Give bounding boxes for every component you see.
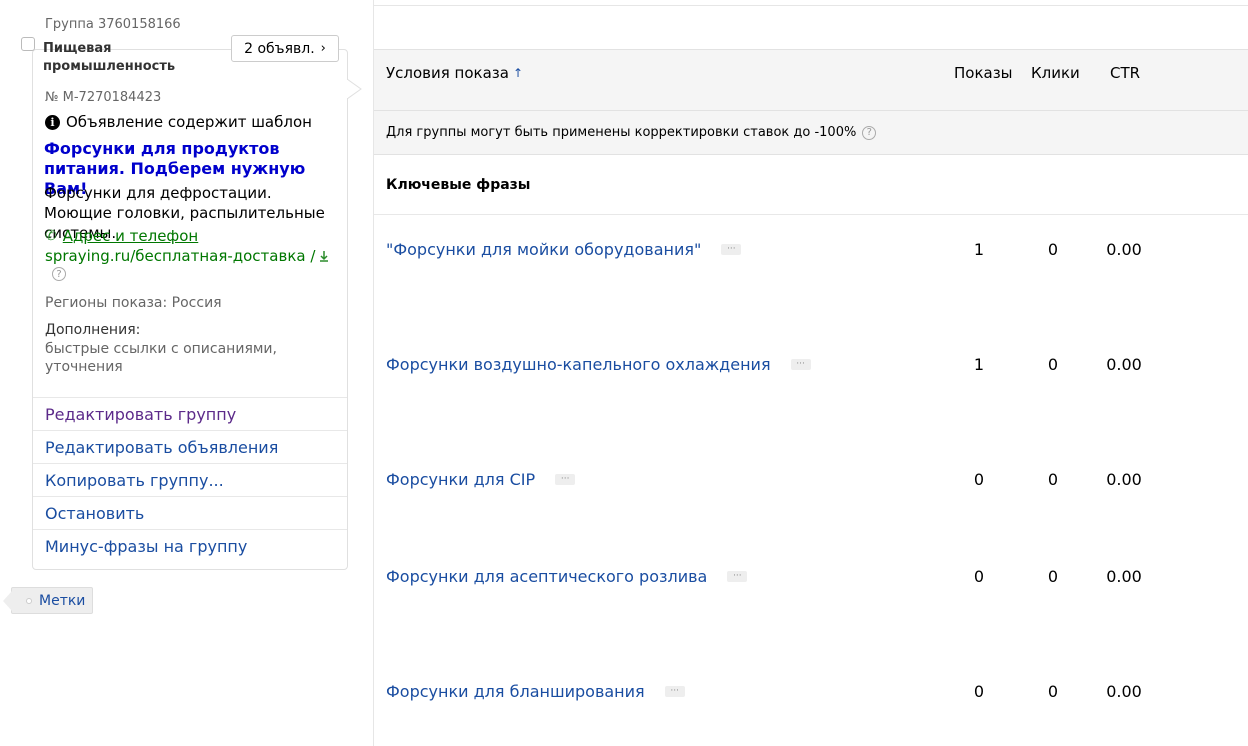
- more-options-icon[interactable]: ···: [790, 358, 811, 370]
- copy-group-link[interactable]: Копировать группу...: [33, 463, 347, 496]
- table-row: Форсунки для бланширования ··· 0 0 0.00: [374, 679, 1248, 709]
- extras-label: Дополнения:: [45, 322, 141, 338]
- clicks-value: 0: [1047, 239, 1059, 259]
- negative-phrases-link[interactable]: Минус-фразы на группу: [33, 529, 347, 562]
- keyword-phrase-text: Форсунки воздушно-капельного охлаждения: [386, 354, 771, 374]
- column-header-ctr[interactable]: CTR: [1110, 64, 1140, 82]
- keyword-phrase[interactable]: Форсунки для CIP ···: [386, 467, 576, 491]
- ctr-value: 0.00: [1106, 354, 1142, 374]
- ctr-value: 0.00: [1106, 239, 1142, 259]
- table-row: "Форсунки для мойки оборудования" ··· 1 …: [374, 237, 1248, 267]
- more-options-icon[interactable]: ···: [664, 685, 685, 697]
- column-header-shows[interactable]: Показы: [954, 64, 1013, 82]
- ctr-value: 0.00: [1106, 566, 1142, 586]
- group-select-checkbox[interactable]: [21, 37, 35, 51]
- keywords-section-title: Ключевые фразы: [374, 155, 1248, 215]
- shows-value: 1: [973, 354, 985, 374]
- tags-button[interactable]: Метки: [3, 587, 93, 614]
- template-notice-text: Объявление содержит шаблон: [66, 113, 312, 131]
- column-header-conditions-label: Условия показа: [386, 64, 509, 82]
- display-url: spraying.ru/бесплатная-доставка /: [45, 247, 329, 265]
- more-options-icon[interactable]: ···: [555, 473, 576, 485]
- bid-adjustment-text: Для группы могут быть применены корректи…: [386, 125, 857, 140]
- shows-value: 0: [973, 681, 985, 701]
- clicks-value: 0: [1047, 469, 1059, 489]
- tag-icon: [26, 598, 32, 604]
- ads-count-label: 2 объявл.: [244, 40, 315, 57]
- stop-link[interactable]: Остановить: [33, 496, 347, 529]
- clicks-value: 0: [1047, 681, 1059, 701]
- column-header-conditions[interactable]: Условия показа ↑: [386, 64, 523, 82]
- edit-ads-link[interactable]: Редактировать объявления: [33, 430, 347, 463]
- more-options-icon[interactable]: ···: [721, 243, 742, 255]
- keyword-phrase[interactable]: Форсунки воздушно-капельного охлаждения …: [386, 352, 811, 376]
- table-row: Форсунки для асептического розлива ··· 0…: [374, 564, 1248, 594]
- ad-number: № M-7270184423: [45, 90, 162, 105]
- table-row: Форсунки воздушно-капельного охлаждения …: [374, 352, 1248, 382]
- keyword-phrase[interactable]: "Форсунки для мойки оборудования" ···: [386, 237, 742, 261]
- table-header: Условия показа ↑ Показы Клики CTR: [374, 49, 1248, 111]
- edit-group-link[interactable]: Редактировать группу: [33, 397, 347, 430]
- column-header-clicks[interactable]: Клики: [1031, 64, 1080, 82]
- keyword-phrase-text: Форсунки для асептического розлива: [386, 566, 708, 586]
- ads-count-button[interactable]: 2 объявл. ›: [231, 35, 339, 62]
- regions-label: Регионы показа: Россия: [45, 295, 222, 311]
- ctr-value: 0.00: [1106, 469, 1142, 489]
- help-icon[interactable]: ?: [862, 125, 877, 140]
- chevron-right-icon: ›: [320, 41, 326, 56]
- ctr-value: 0.00: [1106, 681, 1142, 701]
- clicks-value: 0: [1047, 354, 1059, 374]
- group-id-label: Группа 3760158166: [45, 17, 181, 32]
- sort-arrow-up-icon: ↑: [512, 66, 523, 80]
- group-name: Пищевая промышленность: [43, 41, 176, 74]
- keyword-phrase[interactable]: Форсунки для асептического розлива ···: [386, 564, 748, 588]
- table-row: Форсунки для CIP ··· 0 0 0.00: [374, 467, 1248, 497]
- contact-link[interactable]: Адрес и телефон: [63, 227, 199, 245]
- help-icon[interactable]: ?: [52, 267, 66, 281]
- clicks-value: 0: [1047, 566, 1059, 586]
- group-actions: Редактировать группу Редактировать объяв…: [33, 397, 347, 562]
- extras-text: быстрые ссылки с описаниями, уточнения: [45, 341, 277, 375]
- card-pointer: [347, 79, 362, 99]
- keyword-phrase[interactable]: Форсунки для бланширования ···: [386, 679, 685, 703]
- keyword-phrase-text: Форсунки для CIP: [386, 469, 536, 489]
- top-divider: [374, 5, 1248, 6]
- shows-value: 1: [973, 239, 985, 259]
- more-options-icon[interactable]: ···: [727, 570, 748, 582]
- shows-value: 0: [973, 469, 985, 489]
- template-notice: i Объявление содержит шаблон: [45, 113, 312, 131]
- tags-button-label: Метки: [39, 592, 86, 609]
- display-url-text: spraying.ru/бесплатная-доставка /: [45, 247, 316, 265]
- phone-icon: ✆: [45, 228, 57, 244]
- download-icon: [320, 251, 329, 262]
- keyword-phrase-text: Форсунки для бланширования: [386, 681, 645, 701]
- keyword-phrase-text: "Форсунки для мойки оборудования": [386, 239, 702, 259]
- shows-value: 0: [973, 566, 985, 586]
- info-icon: i: [45, 114, 60, 130]
- bid-adjustment-note: Для группы могут быть применены корректи…: [374, 111, 1248, 155]
- contact-row: ✆ Адрес и телефон: [45, 227, 198, 245]
